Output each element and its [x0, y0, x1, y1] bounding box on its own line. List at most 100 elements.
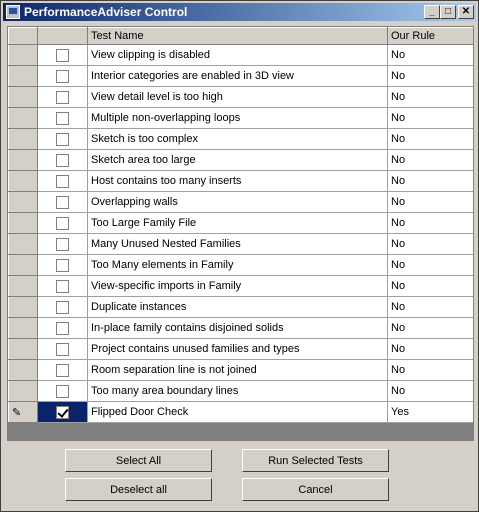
table-row[interactable]: View clipping is disabled No	[8, 44, 473, 66]
test-name-cell[interactable]: Flipped Door Check	[87, 401, 388, 423]
our-rule-cell[interactable]: No	[387, 254, 473, 276]
select-cell[interactable]	[37, 401, 88, 423]
test-name-cell[interactable]: Too Large Family File	[87, 212, 388, 234]
table-row[interactable]: ✎ Flipped Door Check Yes	[8, 401, 473, 423]
select-cell[interactable]	[37, 128, 88, 150]
table-row[interactable]: Sketch area too large No	[8, 149, 473, 171]
column-header-our-rule[interactable]: Our Rule	[387, 27, 473, 45]
test-name-cell[interactable]: Host contains too many inserts	[87, 170, 388, 192]
title-bar[interactable]: PerformanceAdviser Control _ □ ✕	[3, 3, 476, 21]
our-rule-cell[interactable]: No	[387, 296, 473, 318]
row-checkbox[interactable]	[56, 363, 69, 377]
table-row[interactable]: Many Unused Nested Families No	[8, 233, 473, 255]
our-rule-cell[interactable]: No	[387, 128, 473, 150]
row-checkbox[interactable]	[56, 174, 69, 188]
table-row[interactable]: Multiple non-overlapping loops No	[8, 107, 473, 129]
test-name-cell[interactable]: Many Unused Nested Families	[87, 233, 388, 255]
row-header[interactable]	[8, 338, 38, 360]
tests-grid[interactable]: Test Name Our Rule View clipping is disa…	[7, 26, 474, 441]
row-checkbox[interactable]	[56, 405, 69, 419]
row-header[interactable]: ✎	[8, 401, 38, 423]
column-header-test-name[interactable]: Test Name	[87, 27, 388, 45]
table-row[interactable]: Host contains too many inserts No	[8, 170, 473, 192]
our-rule-cell[interactable]: No	[387, 170, 473, 192]
our-rule-cell[interactable]: No	[387, 338, 473, 360]
our-rule-cell[interactable]: No	[387, 380, 473, 402]
row-header[interactable]	[8, 86, 38, 108]
row-header[interactable]	[8, 233, 38, 255]
select-cell[interactable]	[37, 149, 88, 171]
run-selected-tests-button[interactable]: Run Selected Tests	[242, 449, 389, 472]
minimize-button[interactable]: _	[424, 5, 440, 19]
our-rule-cell[interactable]: No	[387, 191, 473, 213]
column-header-select[interactable]	[37, 27, 88, 45]
test-name-cell[interactable]: Sketch area too large	[87, 149, 388, 171]
table-row[interactable]: Sketch is too complex No	[8, 128, 473, 150]
table-row[interactable]: Too Many elements in Family No	[8, 254, 473, 276]
select-all-button[interactable]: Select All	[65, 449, 212, 472]
row-checkbox[interactable]	[56, 300, 69, 314]
test-name-cell[interactable]: Project contains unused families and typ…	[87, 338, 388, 360]
row-checkbox[interactable]	[56, 342, 69, 356]
row-header[interactable]	[8, 212, 38, 234]
table-row[interactable]: Room separation line is not joined No	[8, 359, 473, 381]
test-name-cell[interactable]: Room separation line is not joined	[87, 359, 388, 381]
our-rule-cell[interactable]: No	[387, 359, 473, 381]
select-cell[interactable]	[37, 86, 88, 108]
table-row[interactable]: Overlapping walls No	[8, 191, 473, 213]
our-rule-cell[interactable]: No	[387, 275, 473, 297]
row-checkbox[interactable]	[56, 237, 69, 251]
row-checkbox[interactable]	[56, 216, 69, 230]
row-header[interactable]	[8, 359, 38, 381]
table-row[interactable]: In-place family contains disjoined solid…	[8, 317, 473, 339]
select-cell[interactable]	[37, 107, 88, 129]
row-header[interactable]	[8, 149, 38, 171]
row-header[interactable]	[8, 44, 38, 66]
select-cell[interactable]	[37, 338, 88, 360]
test-name-cell[interactable]: View detail level is too high	[87, 86, 388, 108]
test-name-cell[interactable]: Too many area boundary lines	[87, 380, 388, 402]
select-cell[interactable]	[37, 275, 88, 297]
our-rule-cell[interactable]: No	[387, 44, 473, 66]
test-name-cell[interactable]: Overlapping walls	[87, 191, 388, 213]
select-cell[interactable]	[37, 170, 88, 192]
our-rule-cell[interactable]: No	[387, 233, 473, 255]
our-rule-cell[interactable]: No	[387, 149, 473, 171]
row-header[interactable]	[8, 170, 38, 192]
row-header[interactable]	[8, 296, 38, 318]
select-cell[interactable]	[37, 296, 88, 318]
row-checkbox[interactable]	[56, 90, 69, 104]
row-header[interactable]	[8, 317, 38, 339]
our-rule-cell[interactable]: No	[387, 107, 473, 129]
maximize-button[interactable]: □	[440, 5, 456, 19]
cancel-button[interactable]: Cancel	[242, 478, 389, 501]
table-row[interactable]: Interior categories are enabled in 3D vi…	[8, 65, 473, 87]
row-checkbox[interactable]	[56, 132, 69, 146]
our-rule-cell[interactable]: No	[387, 212, 473, 234]
select-cell[interactable]	[37, 317, 88, 339]
test-name-cell[interactable]: View-specific imports in Family	[87, 275, 388, 297]
row-checkbox[interactable]	[56, 111, 69, 125]
select-cell[interactable]	[37, 359, 88, 381]
row-checkbox[interactable]	[56, 153, 69, 167]
table-row[interactable]: View detail level is too high No	[8, 86, 473, 108]
select-cell[interactable]	[37, 380, 88, 402]
table-row[interactable]: Too many area boundary lines No	[8, 380, 473, 402]
row-header[interactable]	[8, 191, 38, 213]
row-header[interactable]	[8, 275, 38, 297]
row-checkbox[interactable]	[56, 195, 69, 209]
test-name-cell[interactable]: Too Many elements in Family	[87, 254, 388, 276]
table-row[interactable]: View-specific imports in Family No	[8, 275, 473, 297]
our-rule-cell[interactable]: Yes	[387, 401, 473, 423]
row-header[interactable]	[8, 128, 38, 150]
test-name-cell[interactable]: View clipping is disabled	[87, 44, 388, 66]
row-header-corner[interactable]	[8, 27, 38, 45]
our-rule-cell[interactable]: No	[387, 317, 473, 339]
select-cell[interactable]	[37, 233, 88, 255]
row-header[interactable]	[8, 107, 38, 129]
our-rule-cell[interactable]: No	[387, 86, 473, 108]
test-name-cell[interactable]: Duplicate instances	[87, 296, 388, 318]
row-header[interactable]	[8, 65, 38, 87]
deselect-all-button[interactable]: Deselect all	[65, 478, 212, 501]
test-name-cell[interactable]: In-place family contains disjoined solid…	[87, 317, 388, 339]
